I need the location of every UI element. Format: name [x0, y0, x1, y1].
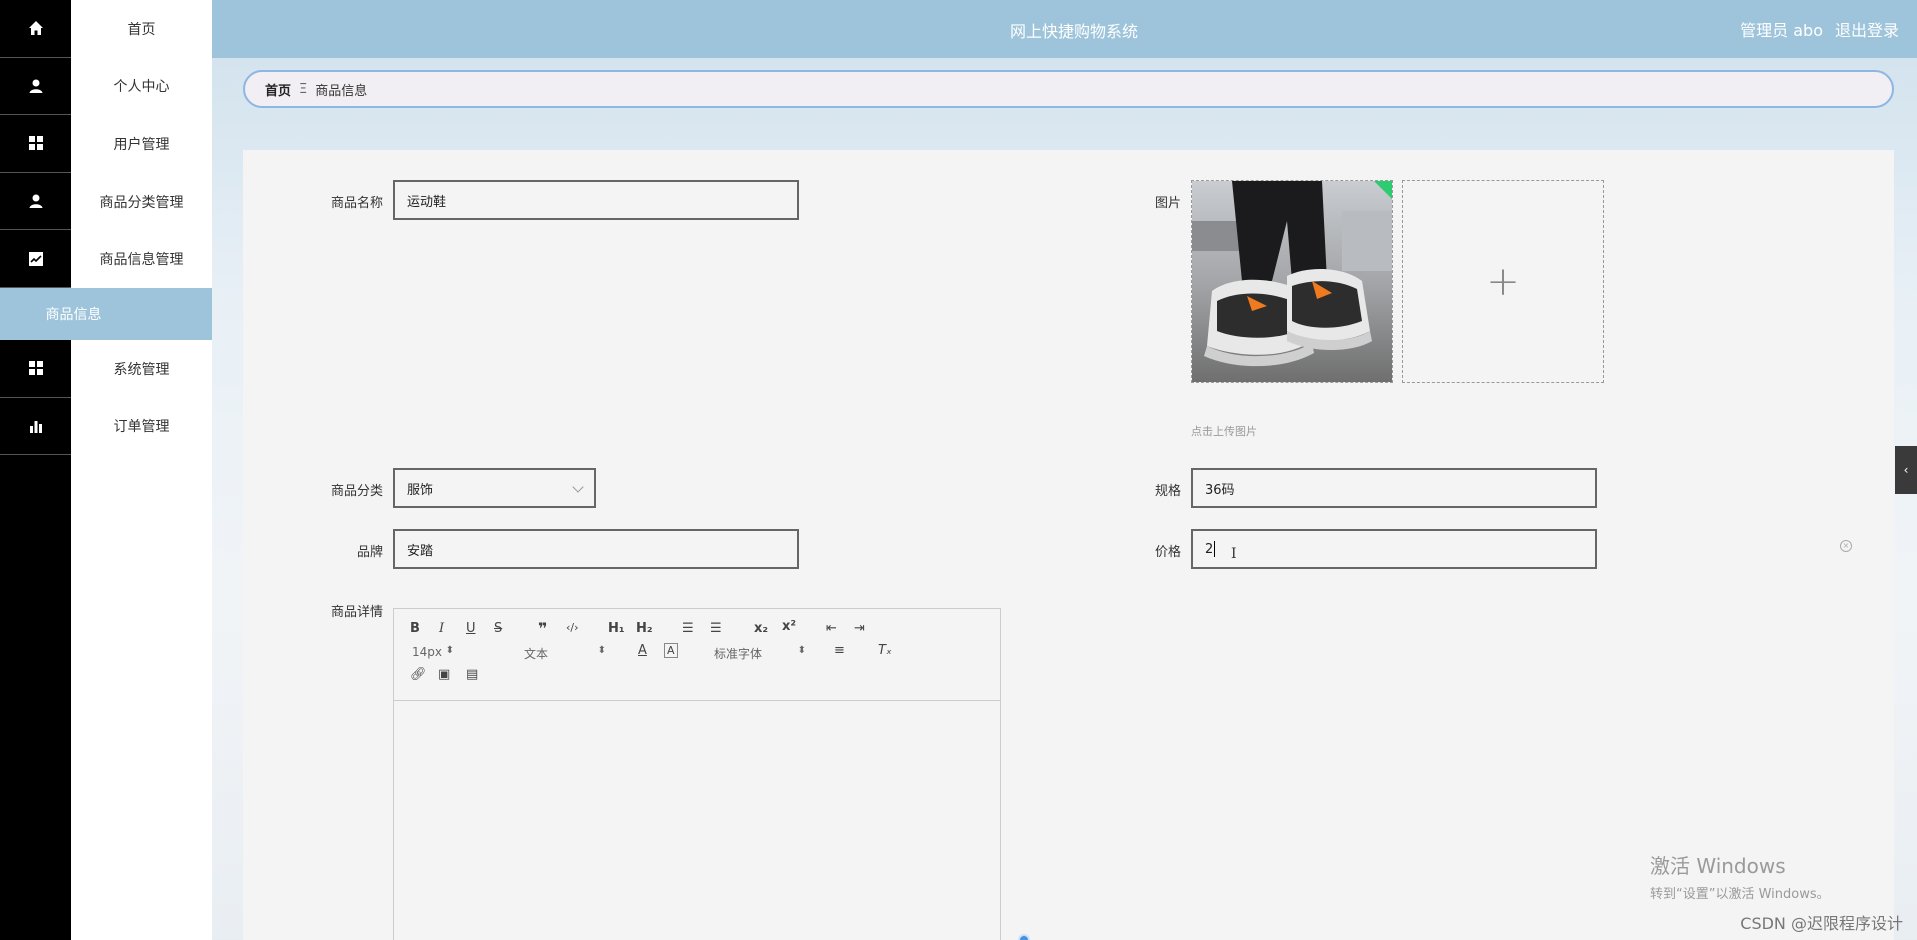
sidebar-item-product-info[interactable]: 商品信息: [0, 287, 212, 340]
chart-line-icon[interactable]: [0, 230, 71, 288]
sidebar-item-profile[interactable]: 个人中心: [71, 58, 212, 116]
watermark-line2: 转到“设置”以激活 Windows。: [1650, 887, 1830, 902]
background-color-icon[interactable]: A: [664, 643, 678, 658]
underline-icon[interactable]: U: [466, 621, 476, 636]
outdent-icon[interactable]: ⇤: [826, 621, 837, 636]
home-icon[interactable]: [0, 0, 71, 58]
video-icon[interactable]: ▤: [466, 667, 478, 682]
chevron-down-icon: [572, 481, 584, 493]
product-image[interactable]: [1191, 180, 1393, 383]
text-caret: [1214, 541, 1216, 557]
sidebar-item-orders[interactable]: 订单管理: [71, 398, 212, 456]
brand-input-value: 安踏: [407, 543, 434, 559]
sidebar-item-product-manage[interactable]: 商品信息管理: [71, 230, 212, 288]
upload-hint: 点击上传图片: [1191, 425, 1257, 438]
breadcrumb: 首页 Ξ 商品信息: [243, 70, 1894, 108]
clear-format-icon[interactable]: Tₓ: [878, 643, 892, 658]
spec-input[interactable]: 36码: [1191, 468, 1597, 508]
name-input[interactable]: 运动鞋: [393, 180, 799, 220]
sidebar-item-home[interactable]: 首页: [71, 0, 212, 58]
sidebar-menu: 首页 个人中心 用户管理 商品分类管理 商品信息管理 商品信息 系统管理 订单管…: [0, 0, 212, 940]
logout-button[interactable]: 退出登录: [1835, 21, 1899, 40]
font-color-icon[interactable]: A: [638, 643, 647, 658]
editor-toolbar: B I U S ❞ ‹/› H₁ H₂ ☰ ☰ x₂ x² ⇤ ⇥ 14px 文…: [394, 609, 1000, 701]
spec-label: 规格: [1154, 484, 1181, 499]
font-family-select[interactable]: 标准字体: [714, 645, 806, 662]
category-label: 商品分类: [330, 484, 383, 499]
rich-text-editor: B I U S ❞ ‹/› H₁ H₂ ☰ ☰ x₂ x² ⇤ ⇥ 14px 文…: [393, 608, 1001, 940]
quote-icon[interactable]: ❞: [538, 619, 547, 638]
header2-icon[interactable]: H₂: [636, 621, 653, 636]
sidebar-item-system[interactable]: 系统管理: [71, 340, 212, 398]
csdn-watermark: CSDN @迟限程序设计: [1740, 914, 1903, 933]
bullet-list-icon[interactable]: ☰: [710, 621, 722, 636]
strike-icon[interactable]: S: [494, 621, 502, 636]
header-select[interactable]: 文本: [524, 645, 606, 662]
clear-icon[interactable]: ×: [1840, 540, 1852, 552]
upload-button[interactable]: +: [1402, 180, 1604, 383]
app-title: 网上快捷购物系统: [1010, 22, 1139, 41]
brand-input[interactable]: 安踏: [393, 529, 799, 569]
ordered-list-icon[interactable]: ☰: [682, 621, 694, 636]
windows-watermark: 激活 Windows 转到“设置”以激活 Windows。: [1650, 850, 1830, 902]
bar-chart-icon[interactable]: [0, 398, 71, 456]
side-toggle-button[interactable]: ‹: [1895, 446, 1917, 494]
sidebar-item-category[interactable]: 商品分类管理: [71, 173, 212, 231]
breadcrumb-home[interactable]: 首页: [265, 80, 291, 99]
bold-icon[interactable]: B: [410, 621, 420, 636]
category-select-value: 服饰: [407, 482, 434, 498]
watermark-line1: 激活 Windows: [1650, 854, 1786, 878]
detail-label: 商品详情: [330, 605, 383, 620]
price-input[interactable]: 2: [1191, 529, 1597, 569]
user-icon[interactable]: [0, 173, 71, 231]
header1-icon[interactable]: H₁: [608, 621, 625, 636]
icon-rail: [0, 0, 71, 940]
ibeam-cursor-icon: I: [1231, 546, 1237, 562]
italic-icon[interactable]: I: [439, 621, 444, 636]
spec-input-value: 36码: [1205, 482, 1235, 498]
user-icon[interactable]: [0, 58, 71, 116]
align-icon[interactable]: ≡: [834, 643, 845, 658]
user-area: 管理员 abo 退出登录: [1728, 17, 1899, 41]
plus-icon: +: [1486, 258, 1520, 305]
category-select[interactable]: 服饰: [393, 468, 596, 508]
image-icon[interactable]: ▣: [438, 667, 450, 682]
name-label: 商品名称: [330, 196, 383, 211]
breadcrumb-current: 商品信息: [315, 83, 368, 99]
breadcrumb-separator: Ξ: [299, 81, 308, 97]
brand-label: 品牌: [356, 545, 383, 560]
grid-icon[interactable]: [0, 340, 71, 398]
code-icon[interactable]: ‹/›: [566, 621, 579, 634]
name-input-value: 运动鞋: [407, 194, 447, 210]
top-header: 网上快捷购物系统 管理员 abo 退出登录: [212, 0, 1917, 58]
subscript-icon[interactable]: x₂: [754, 621, 768, 636]
price-label: 价格: [1154, 545, 1181, 560]
price-input-value: 2: [1205, 541, 1214, 557]
indent-icon[interactable]: ⇥: [854, 621, 865, 636]
scroll-indicator: [1018, 934, 1030, 940]
font-size-select[interactable]: 14px: [412, 645, 454, 659]
image-label: 图片: [1154, 196, 1181, 211]
superscript-icon[interactable]: x²: [782, 619, 796, 634]
user-label: 管理员 abo: [1740, 21, 1823, 40]
grid-icon[interactable]: [0, 115, 71, 173]
link-icon[interactable]: 🔗︎: [410, 667, 427, 682]
sidebar-item-users[interactable]: 用户管理: [71, 115, 212, 173]
